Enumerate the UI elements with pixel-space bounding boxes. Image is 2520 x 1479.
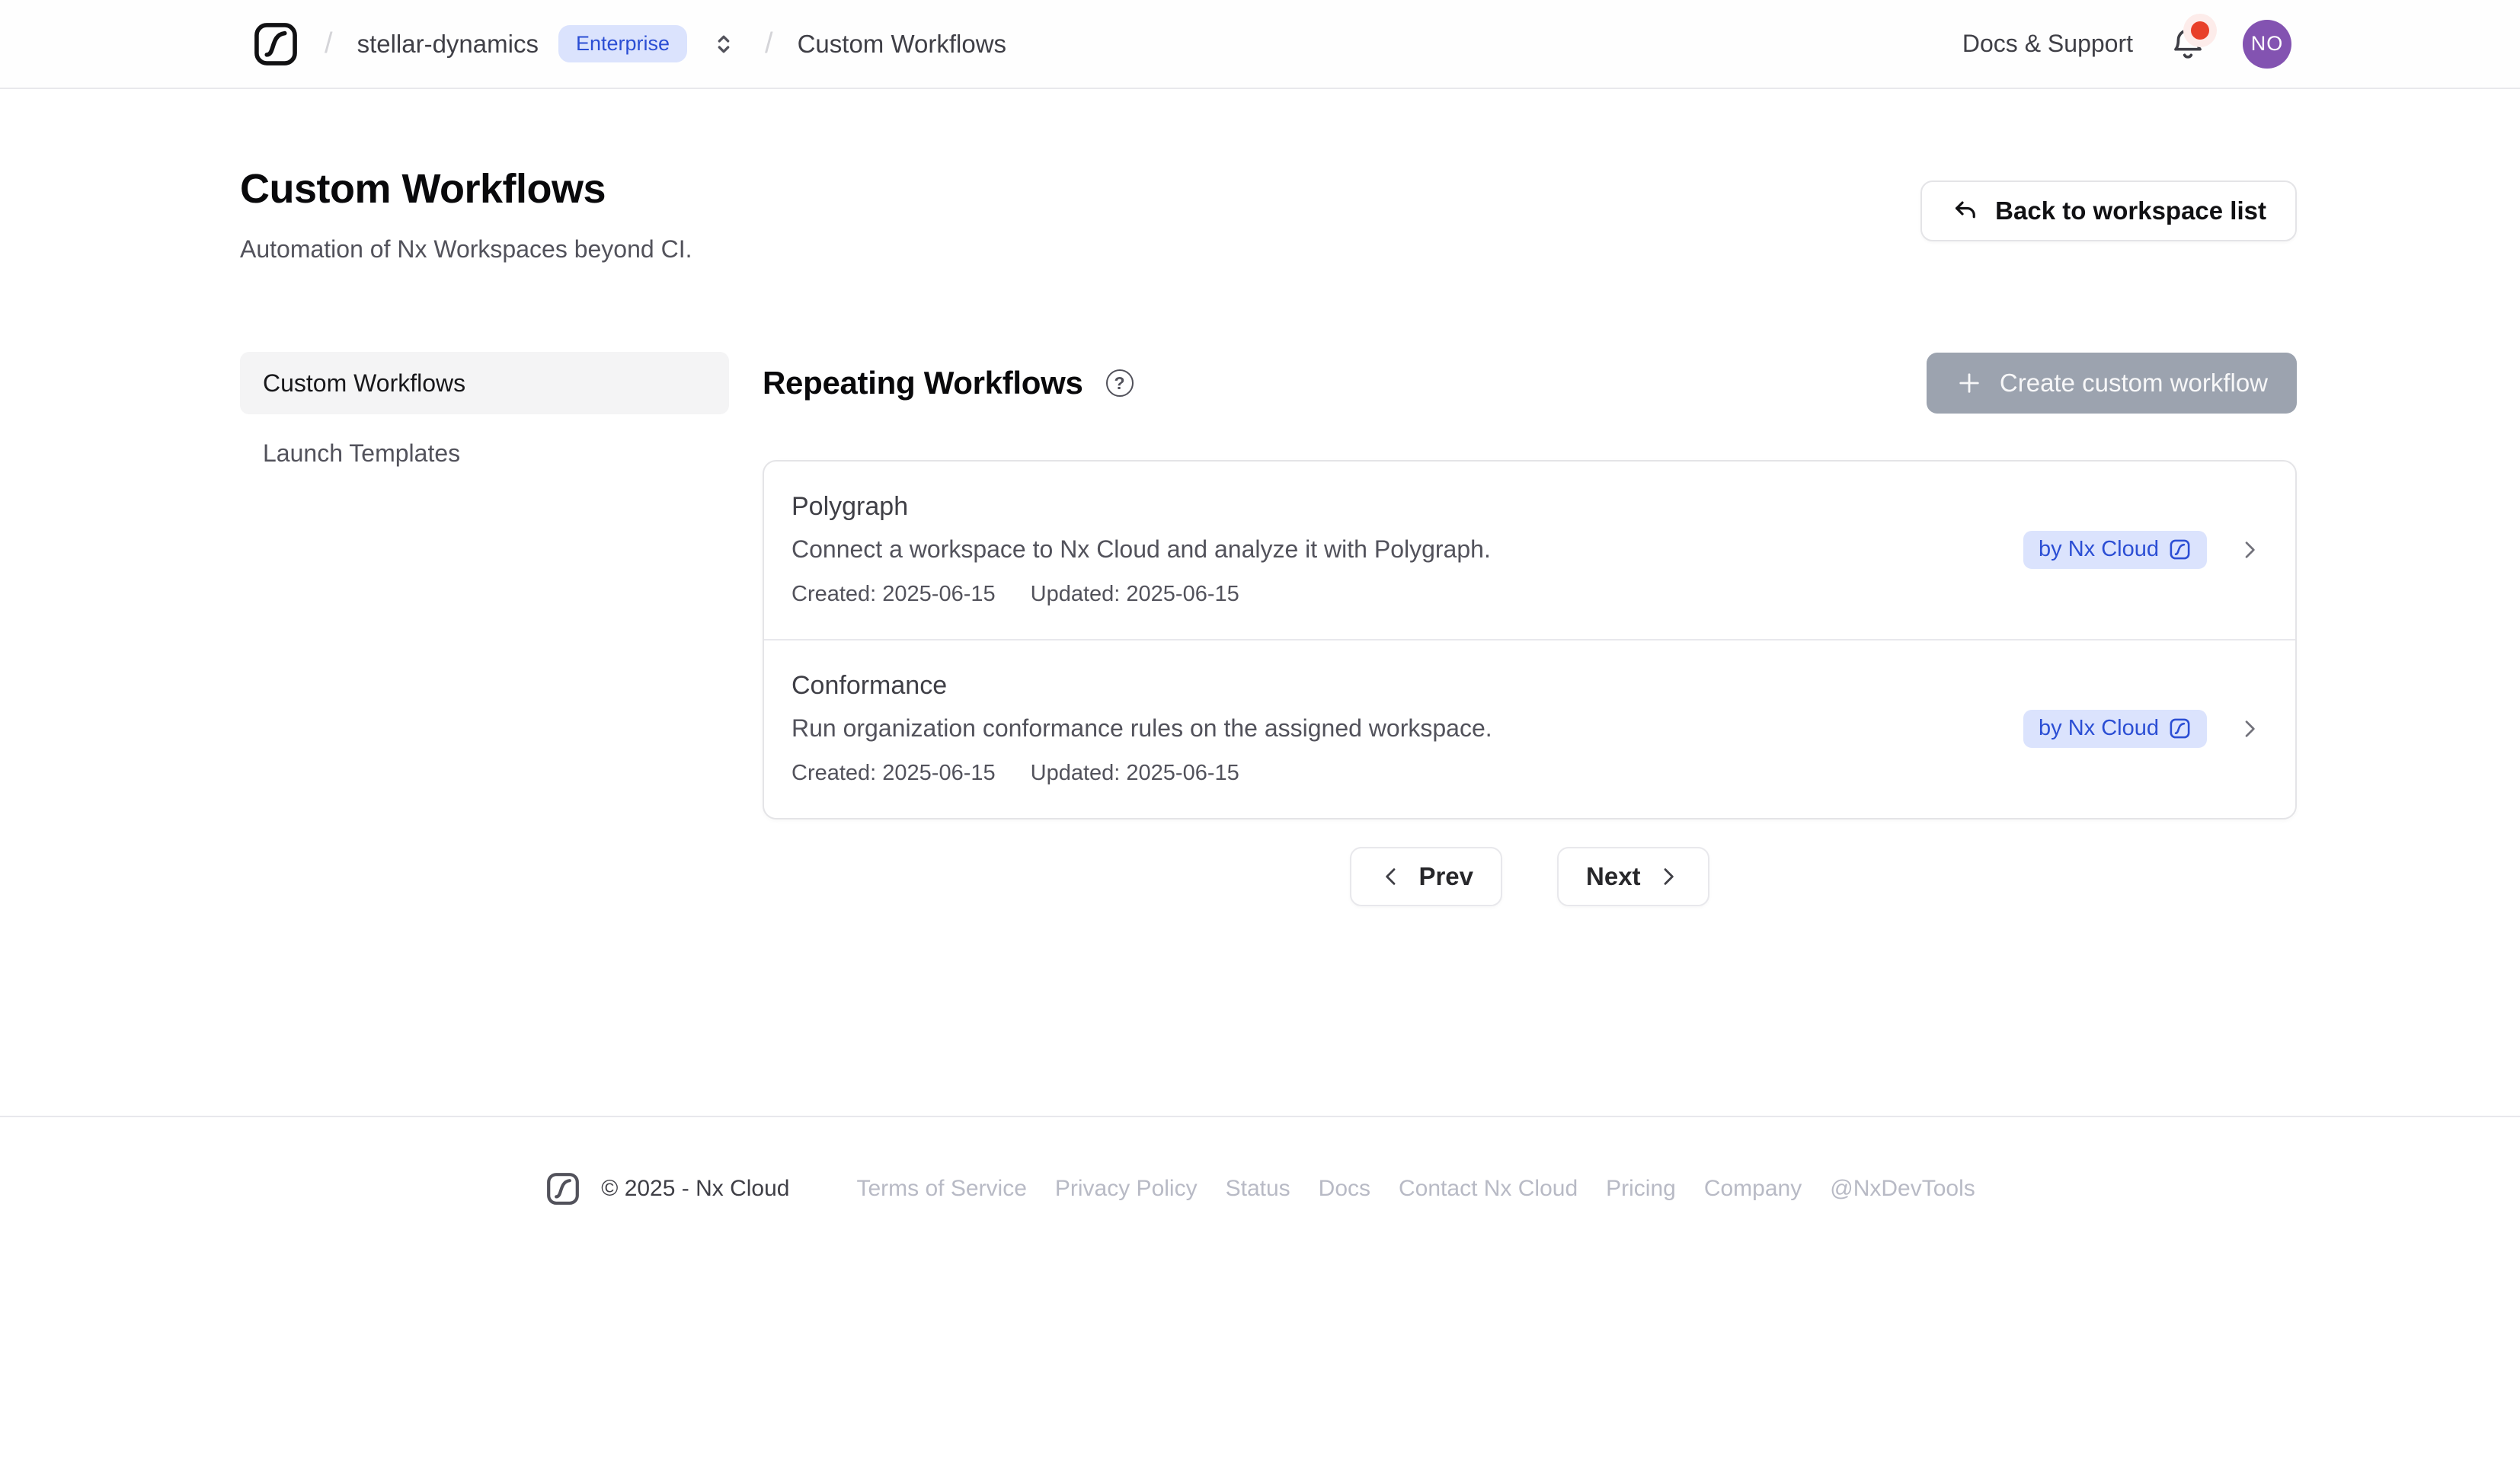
return-arrow-icon	[1951, 196, 1980, 225]
workflow-info: Polygraph Connect a workspace to Nx Clou…	[791, 492, 1491, 607]
workspace-switcher-button[interactable]	[707, 24, 740, 64]
section-title: Repeating Workflows	[763, 365, 1083, 401]
footer-link-status[interactable]: Status	[1226, 1176, 1290, 1202]
footer-link-company[interactable]: Company	[1704, 1176, 1802, 1202]
workflow-dates: Created: 2025-06-15 Updated: 2025-06-15	[791, 582, 1491, 607]
workflow-row-actions: by Nx Cloud	[2023, 710, 2262, 748]
workflow-row-conformance[interactable]: Conformance Run organization conformance…	[764, 639, 2295, 818]
page-title: Custom Workflows	[240, 165, 692, 212]
footer-link-docs[interactable]: Docs	[1319, 1176, 1370, 1202]
nx-mark-icon	[2168, 538, 2192, 561]
docs-support-link[interactable]: Docs & Support	[1962, 30, 2133, 58]
back-to-workspace-list-button[interactable]: Back to workspace list	[1920, 180, 2297, 241]
notification-dot	[2191, 21, 2209, 40]
footer-links: Terms of Service Privacy Policy Status D…	[856, 1176, 1975, 1202]
next-page-button[interactable]: Next	[1557, 847, 1709, 906]
plan-badge[interactable]: Enterprise	[558, 25, 687, 62]
chevron-left-icon	[1379, 864, 1403, 889]
chevron-right-icon	[1656, 864, 1681, 889]
workflow-created: Created: 2025-06-15	[791, 761, 996, 786]
badge-label: by Nx Cloud	[2039, 716, 2159, 741]
prev-page-button[interactable]: Prev	[1350, 847, 1502, 906]
breadcrumb: / stellar-dynamics Enterprise / Custom W…	[251, 20, 1006, 69]
workflow-description: Run organization conformance rules on th…	[791, 714, 1492, 743]
page-subtitle: Automation of Nx Workspaces beyond CI.	[240, 235, 692, 264]
sidebar: Custom Workflows Launch Templates	[240, 352, 729, 906]
avatar[interactable]: NO	[2243, 20, 2291, 69]
two-column-layout: Custom Workflows Launch Templates Repeat…	[240, 352, 2297, 906]
nx-logo-icon[interactable]	[251, 20, 300, 69]
help-icon[interactable]: ?	[1106, 369, 1134, 397]
workflow-name: Polygraph	[791, 492, 1491, 522]
footer-link-privacy[interactable]: Privacy Policy	[1055, 1176, 1198, 1202]
pagination: Prev Next	[763, 847, 2297, 906]
breadcrumb-separator: /	[320, 27, 337, 60]
section-header: Repeating Workflows ? Create custom work…	[763, 352, 2297, 414]
back-button-label: Back to workspace list	[1995, 196, 2266, 225]
workflow-row-actions: by Nx Cloud	[2023, 531, 2262, 569]
top-nav: / stellar-dynamics Enterprise / Custom W…	[0, 0, 2520, 89]
footer-link-nxdevtools[interactable]: @NxDevTools	[1830, 1176, 1975, 1202]
by-nx-cloud-badge[interactable]: by Nx Cloud	[2023, 531, 2207, 569]
nx-mark-icon	[2168, 717, 2192, 740]
copyright-text: © 2025 - Nx Cloud	[601, 1176, 789, 1202]
repeating-workflows-section: Repeating Workflows ? Create custom work…	[763, 352, 2297, 906]
plus-icon	[1956, 369, 1983, 397]
footer: © 2025 - Nx Cloud Terms of Service Priva…	[0, 1117, 2520, 1207]
breadcrumb-current-page: Custom Workflows	[798, 30, 1006, 59]
sidebar-item-custom-workflows[interactable]: Custom Workflows	[240, 352, 729, 414]
workflows-list-panel: Polygraph Connect a workspace to Nx Clou…	[763, 460, 2297, 819]
sidebar-item-launch-templates[interactable]: Launch Templates	[240, 422, 729, 484]
workflow-updated: Updated: 2025-06-15	[1031, 761, 1239, 786]
prev-label: Prev	[1418, 862, 1473, 891]
page-content: Custom Workflows Automation of Nx Worksp…	[0, 89, 2520, 1117]
footer-link-pricing[interactable]: Pricing	[1606, 1176, 1676, 1202]
workflow-updated: Updated: 2025-06-15	[1031, 582, 1239, 607]
create-button-label: Create custom workflow	[2000, 369, 2268, 398]
workflow-row-polygraph[interactable]: Polygraph Connect a workspace to Nx Clou…	[764, 462, 2295, 639]
breadcrumb-workspace[interactable]: stellar-dynamics	[357, 30, 539, 59]
footer-row: © 2025 - Nx Cloud Terms of Service Priva…	[545, 1171, 1975, 1207]
chevron-right-icon[interactable]	[2237, 717, 2262, 741]
workflow-name: Conformance	[791, 671, 1492, 701]
chevron-up-down-icon	[710, 30, 737, 58]
next-label: Next	[1586, 862, 1641, 891]
nav-actions: Docs & Support NO	[1962, 20, 2291, 69]
chevron-right-icon[interactable]	[2237, 538, 2262, 562]
workflow-info: Conformance Run organization conformance…	[791, 671, 1492, 786]
badge-label: by Nx Cloud	[2039, 537, 2159, 562]
create-custom-workflow-button[interactable]: Create custom workflow	[1927, 353, 2297, 414]
page-header: Custom Workflows Automation of Nx Worksp…	[240, 165, 2297, 264]
by-nx-cloud-badge[interactable]: by Nx Cloud	[2023, 710, 2207, 748]
notifications-button[interactable]	[2168, 23, 2208, 65]
workflow-created: Created: 2025-06-15	[791, 582, 996, 607]
workflow-dates: Created: 2025-06-15 Updated: 2025-06-15	[791, 761, 1492, 786]
page-title-block: Custom Workflows Automation of Nx Worksp…	[240, 165, 692, 264]
footer-link-contact[interactable]: Contact Nx Cloud	[1399, 1176, 1578, 1202]
nx-logo-icon-footer	[545, 1171, 581, 1207]
breadcrumb-separator: /	[760, 27, 778, 60]
footer-link-terms[interactable]: Terms of Service	[856, 1176, 1026, 1202]
workflow-description: Connect a workspace to Nx Cloud and anal…	[791, 535, 1491, 564]
